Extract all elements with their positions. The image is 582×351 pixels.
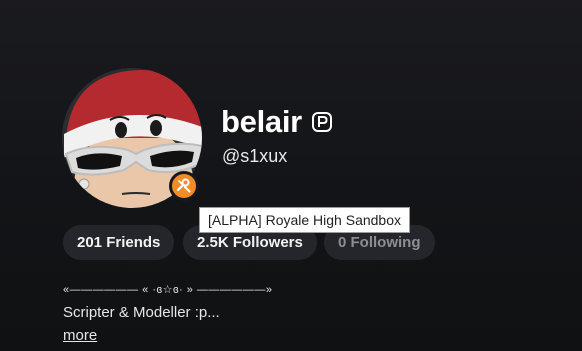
premium-icon [312,112,332,132]
username: @s1xux [222,146,288,166]
bio-text: Scripter & Modeller :p... [63,304,220,321]
game-tooltip: [ALPHA] Royale High Sandbox [199,207,410,233]
friends-count-button[interactable]: 201 Friends [63,225,175,260]
studio-presence-badge[interactable] [169,171,199,201]
studio-tools-icon [176,178,191,193]
display-name: belair [221,104,302,139]
bio-decoration: «—————— « ·ɞ☆ɞ· » ——————» [63,284,273,296]
avatar-container[interactable] [62,68,202,208]
bio-more-link[interactable]: more [63,327,97,345]
